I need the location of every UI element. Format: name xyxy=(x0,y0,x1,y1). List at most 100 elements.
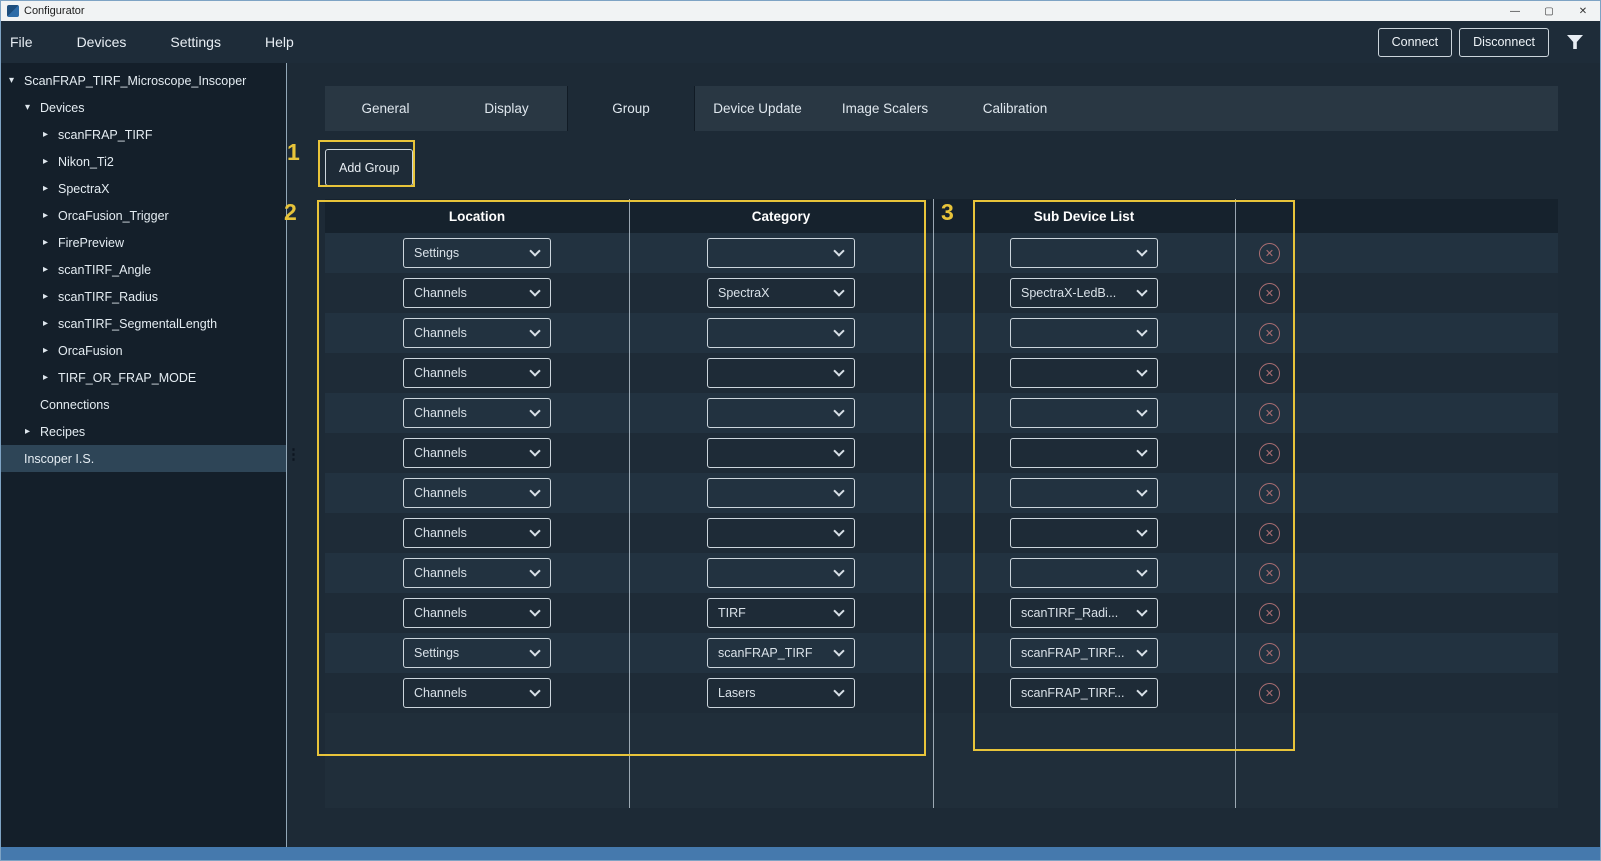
filter-funnel-icon[interactable] xyxy=(1564,35,1586,49)
tree-expand-icon[interactable] xyxy=(43,183,58,194)
sub-device-dropdown[interactable]: scanFRAP_TIRF... xyxy=(1010,638,1158,668)
close-button[interactable]: ✕ xyxy=(1566,1,1600,21)
sub-device-dropdown[interactable] xyxy=(1010,358,1158,388)
location-dropdown[interactable]: Settings xyxy=(403,638,551,668)
menu-item[interactable]: Help xyxy=(243,21,316,63)
minimize-button[interactable]: — xyxy=(1498,1,1532,21)
sub-device-dropdown[interactable]: SpectraX-LedB... xyxy=(1010,278,1158,308)
column-header-category: Category xyxy=(629,209,933,224)
tree-item[interactable]: Inscoper I.S. xyxy=(1,445,286,472)
delete-row-icon[interactable] xyxy=(1259,483,1280,504)
tree-item[interactable]: OrcaFusion xyxy=(1,337,286,364)
tab[interactable]: Calibration xyxy=(950,86,1080,131)
tree-item[interactable]: SpectraX xyxy=(1,175,286,202)
category-dropdown[interactable] xyxy=(707,438,855,468)
tree-expand-icon[interactable] xyxy=(43,264,58,275)
menu-item[interactable]: Devices xyxy=(55,21,149,63)
delete-row-icon[interactable] xyxy=(1259,603,1280,624)
sub-device-dropdown[interactable] xyxy=(1010,318,1158,348)
sub-device-dropdown[interactable] xyxy=(1010,518,1158,548)
menu-item[interactable]: Settings xyxy=(148,21,243,63)
tree-expand-icon[interactable] xyxy=(25,426,40,437)
tab[interactable]: Image Scalers xyxy=(820,86,950,131)
table-row: Settings scanFRAP_TIRF xyxy=(325,633,1558,673)
delete-row-icon[interactable] xyxy=(1259,403,1280,424)
location-dropdown[interactable]: Channels xyxy=(403,438,551,468)
category-dropdown[interactable] xyxy=(707,518,855,548)
sub-device-dropdown[interactable] xyxy=(1010,238,1158,268)
location-dropdown[interactable]: Channels xyxy=(403,518,551,548)
category-dropdown[interactable] xyxy=(707,358,855,388)
tab[interactable]: Device Update xyxy=(695,86,820,131)
location-dropdown[interactable]: Channels xyxy=(403,278,551,308)
location-dropdown[interactable]: Settings xyxy=(403,238,551,268)
tree-item[interactable]: Nikon_Ti2 xyxy=(1,148,286,175)
tree-expand-icon[interactable] xyxy=(9,75,24,86)
column-divider xyxy=(629,199,630,808)
sub-device-dropdown[interactable] xyxy=(1010,558,1158,588)
tree-item-label: Recipes xyxy=(40,425,85,439)
delete-row-icon[interactable] xyxy=(1259,283,1280,304)
tree-item[interactable]: scanTIRF_Radius xyxy=(1,283,286,310)
category-dropdown[interactable] xyxy=(707,558,855,588)
delete-row-icon[interactable] xyxy=(1259,243,1280,264)
delete-row-icon[interactable] xyxy=(1259,323,1280,344)
tree-expand-icon[interactable] xyxy=(43,156,58,167)
table-row: Channels xyxy=(325,313,1558,353)
category-dropdown[interactable]: Lasers xyxy=(707,678,855,708)
category-dropdown[interactable]: scanFRAP_TIRF xyxy=(707,638,855,668)
delete-row-icon[interactable] xyxy=(1259,643,1280,664)
tree-item[interactable]: ScanFRAP_TIRF_Microscope_Inscoper xyxy=(1,67,286,94)
delete-row-icon[interactable] xyxy=(1259,443,1280,464)
add-group-button[interactable]: Add Group xyxy=(325,149,413,186)
tab[interactable]: Group xyxy=(567,86,695,131)
tree-expand-icon[interactable] xyxy=(43,237,58,248)
sub-device-dropdown[interactable]: scanTIRF_Radi... xyxy=(1010,598,1158,628)
tree-expand-icon[interactable] xyxy=(43,129,58,140)
sub-device-dropdown[interactable] xyxy=(1010,438,1158,468)
delete-row-icon[interactable] xyxy=(1259,563,1280,584)
tree-expand-icon[interactable] xyxy=(43,372,58,383)
category-dropdown[interactable]: TIRF xyxy=(707,598,855,628)
delete-row-icon[interactable] xyxy=(1259,523,1280,544)
tree-expand-icon[interactable] xyxy=(43,345,58,356)
tree-item[interactable]: scanTIRF_Angle xyxy=(1,256,286,283)
tree-expand-icon[interactable] xyxy=(25,102,40,113)
location-dropdown[interactable]: Channels xyxy=(403,358,551,388)
tree-item[interactable]: OrcaFusion_Trigger xyxy=(1,202,286,229)
chevron-down-icon xyxy=(1136,405,1147,416)
category-dropdown[interactable]: SpectraX xyxy=(707,278,855,308)
delete-row-icon[interactable] xyxy=(1259,683,1280,704)
tree-item[interactable]: Recipes xyxy=(1,418,286,445)
maximize-button[interactable]: ▢ xyxy=(1532,1,1566,21)
location-dropdown[interactable]: Channels xyxy=(403,558,551,588)
location-dropdown[interactable]: Channels xyxy=(403,478,551,508)
tree-expand-icon[interactable] xyxy=(43,291,58,302)
tree-item[interactable]: TIRF_OR_FRAP_MODE xyxy=(1,364,286,391)
category-dropdown[interactable] xyxy=(707,478,855,508)
tree-expand-icon[interactable] xyxy=(43,210,58,221)
disconnect-button[interactable]: Disconnect xyxy=(1459,28,1549,57)
location-dropdown[interactable]: Channels xyxy=(403,398,551,428)
tab[interactable]: General xyxy=(325,86,446,131)
tree-item[interactable]: scanTIRF_SegmentalLength xyxy=(1,310,286,337)
category-dropdown[interactable] xyxy=(707,318,855,348)
chevron-down-icon xyxy=(833,365,844,376)
menu-item[interactable]: File xyxy=(1,21,55,63)
tab[interactable]: Display xyxy=(446,86,567,131)
delete-row-icon[interactable] xyxy=(1259,363,1280,384)
location-dropdown[interactable]: Channels xyxy=(403,598,551,628)
category-dropdown[interactable] xyxy=(707,238,855,268)
category-dropdown[interactable] xyxy=(707,398,855,428)
sub-device-dropdown[interactable] xyxy=(1010,398,1158,428)
tree-item[interactable]: Devices xyxy=(1,94,286,121)
tree-item[interactable]: Connections xyxy=(1,391,286,418)
tree-expand-icon[interactable] xyxy=(43,318,58,329)
connect-button[interactable]: Connect xyxy=(1378,28,1453,57)
tree-item[interactable]: scanFRAP_TIRF xyxy=(1,121,286,148)
location-dropdown[interactable]: Channels xyxy=(403,318,551,348)
tree-item[interactable]: FirePreview xyxy=(1,229,286,256)
sub-device-dropdown[interactable]: scanFRAP_TIRF... xyxy=(1010,678,1158,708)
sub-device-dropdown[interactable] xyxy=(1010,478,1158,508)
location-dropdown[interactable]: Channels xyxy=(403,678,551,708)
